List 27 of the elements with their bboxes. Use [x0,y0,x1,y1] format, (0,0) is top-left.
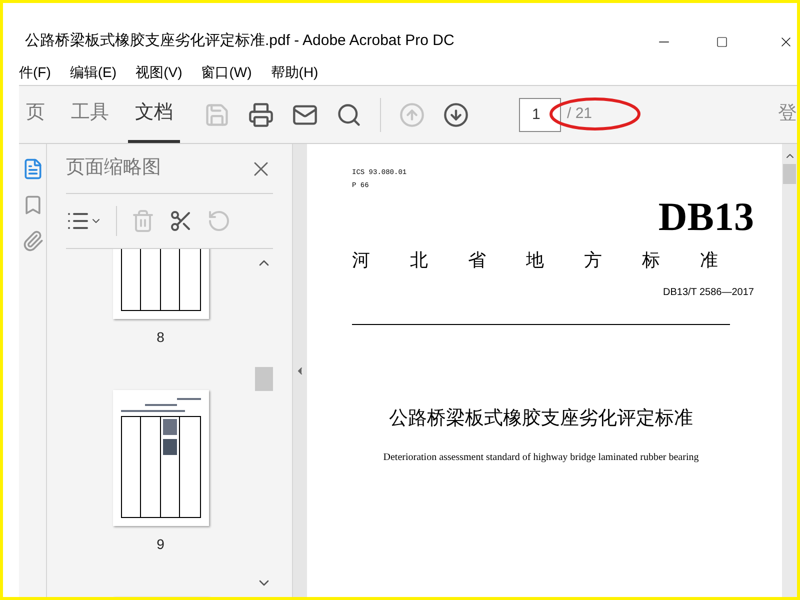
panel-title: 页面缩略图 [66,156,161,180]
menu-item[interactable]: 视图(V) [136,62,182,83]
standard-code: DB13 [658,197,754,237]
menu-item[interactable]: 窗口(W) [201,62,252,83]
scrollbar[interactable] [782,144,797,597]
next-icon[interactable] [443,102,469,128]
page-count: / 21 [567,104,592,124]
tab[interactable]: 页 [19,86,52,143]
maximize-icon[interactable] [716,36,728,48]
menu-item[interactable]: 编辑(E) [70,62,117,83]
menu-item[interactable]: 件(F) [19,62,51,83]
page-number-field[interactable]: 1 [519,98,561,132]
page-thumbnail[interactable] [112,390,208,526]
tab[interactable]: 工具 [64,86,116,143]
scroll-thumb[interactable] [255,367,273,391]
scroll-thumb[interactable] [783,164,796,184]
menu-item[interactable]: 帮助(H) [270,62,318,83]
page-label: 8 [156,328,164,347]
page-label: 9 [156,535,164,554]
attachment-icon[interactable] [22,230,44,252]
document-title: 公路桥梁板式橡胶支座劣化评定标准 [388,407,694,431]
search-icon[interactable] [336,102,362,128]
standard-type: 河北省地方标准 [352,251,759,269]
print-icon[interactable] [248,102,274,128]
standard-number: DB13/T 2586—2017 [663,286,754,300]
window-title: 公路桥梁板式橡胶支座劣化评定标准.pdf - Adobe Acrobat Pro DC [24,31,454,52]
english-title: Deterioration assessment standard of highway bridge laminated rubber bearing [382,450,700,464]
